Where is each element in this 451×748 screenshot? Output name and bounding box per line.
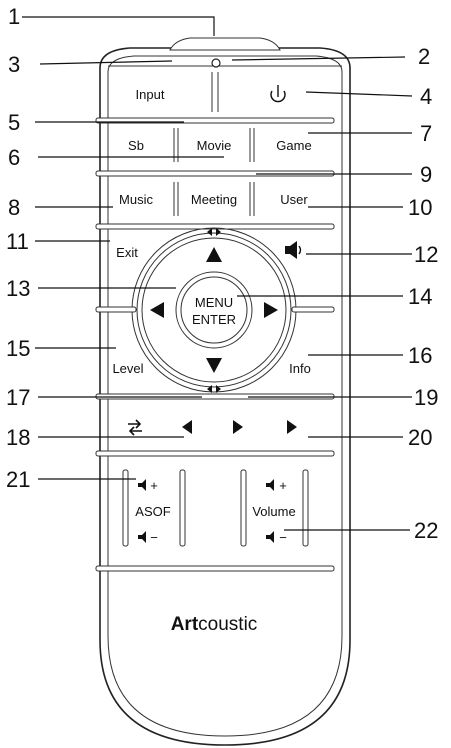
callout-10: 10 [408, 195, 432, 220]
callout-12: 12 [414, 242, 438, 267]
callout-3: 3 [8, 52, 20, 77]
callout-19: 19 [414, 385, 438, 410]
exit-button[interactable]: Exit [116, 245, 138, 260]
movie-button[interactable]: Movie [197, 138, 232, 153]
user-button[interactable]: User [280, 192, 308, 207]
callout-14: 14 [408, 284, 432, 309]
enter-label: ENTER [192, 312, 236, 327]
volume-rocker-right-edge [302, 469, 309, 547]
callout-7: 7 [420, 121, 432, 146]
asof-plus-label: + [150, 478, 158, 493]
callout-8: 8 [8, 195, 20, 220]
callout-22: 22 [414, 518, 438, 543]
groove-6 [95, 565, 335, 572]
volume-plus-label: + [279, 478, 287, 493]
callout-20: 20 [408, 425, 432, 450]
callout-18: 18 [6, 425, 30, 450]
input-button[interactable]: Input [136, 87, 165, 102]
callout-15: 15 [6, 336, 30, 361]
volume-label: Volume [252, 504, 295, 519]
brand-bold: Art [171, 614, 199, 635]
asof-minus-label: − [150, 530, 158, 545]
ir-notch [169, 37, 281, 51]
sb-button[interactable]: Sb [128, 138, 144, 153]
asof-label: ASOF [135, 504, 170, 519]
ir-sensor-led [211, 58, 221, 68]
callout-4: 4 [420, 84, 432, 109]
callout-2: 2 [418, 44, 430, 69]
meeting-button[interactable]: Meeting [191, 192, 237, 207]
callout-9: 9 [420, 162, 432, 187]
asof-rocker-left-edge [122, 469, 129, 547]
ring-groove-right [291, 306, 335, 313]
remote-control-diagram: Input Sb Movie Game Music Meeting User M… [6, 4, 438, 746]
info-button[interactable]: Info [289, 361, 311, 376]
callout-1: 1 [8, 4, 20, 29]
menu-label: MENU [195, 295, 233, 310]
callout-11: 11 [6, 229, 29, 254]
brand-rest: coustic [198, 614, 257, 635]
callout-5: 5 [8, 110, 20, 135]
volume-minus-label: − [279, 530, 287, 545]
callout-13: 13 [6, 276, 30, 301]
volume-rocker-left-edge [240, 469, 247, 547]
callout-6: 6 [8, 145, 20, 170]
callout-17: 17 [6, 385, 30, 410]
ring-groove-left [95, 306, 137, 313]
callout-16: 16 [408, 343, 432, 368]
game-button[interactable]: Game [276, 138, 311, 153]
level-button[interactable]: Level [112, 361, 143, 376]
brand-logo: Artcoustic [171, 614, 258, 635]
asof-rocker-right-edge [179, 469, 186, 547]
groove-5 [95, 450, 335, 457]
music-button[interactable]: Music [119, 192, 153, 207]
callout-21: 21 [6, 467, 30, 492]
